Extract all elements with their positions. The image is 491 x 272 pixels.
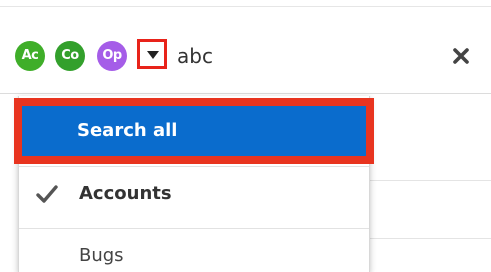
checkmark-icon bbox=[36, 185, 58, 203]
menu-item-label: Bugs bbox=[79, 245, 124, 266]
module-filter-menu: Search all Accounts Bugs bbox=[14, 96, 374, 272]
clear-search-button[interactable] bbox=[448, 43, 474, 69]
search-all-option[interactable]: Search all bbox=[14, 98, 374, 164]
module-pill-contacts[interactable]: Co bbox=[55, 41, 85, 71]
menu-item-accounts[interactable]: Accounts bbox=[19, 166, 369, 222]
module-dropdown-button[interactable] bbox=[137, 39, 167, 69]
search-page: Ac Co Op abc Search all Accounts Bugs bbox=[0, 0, 491, 272]
search-input[interactable]: abc bbox=[177, 42, 213, 70]
module-pill-opportunities[interactable]: Op bbox=[97, 41, 127, 71]
background-divider bbox=[370, 238, 491, 239]
caret-down-icon bbox=[147, 51, 159, 59]
search-all-highlight: Search all bbox=[22, 106, 366, 156]
close-icon bbox=[453, 48, 469, 64]
module-pill-accounts[interactable]: Ac bbox=[15, 41, 45, 71]
search-all-label: Search all bbox=[77, 120, 178, 141]
background-divider bbox=[370, 180, 491, 181]
menu-item-bugs[interactable]: Bugs bbox=[19, 228, 369, 272]
menu-item-label: Accounts bbox=[79, 183, 172, 204]
global-search-bar: Ac Co Op abc bbox=[0, 6, 491, 94]
